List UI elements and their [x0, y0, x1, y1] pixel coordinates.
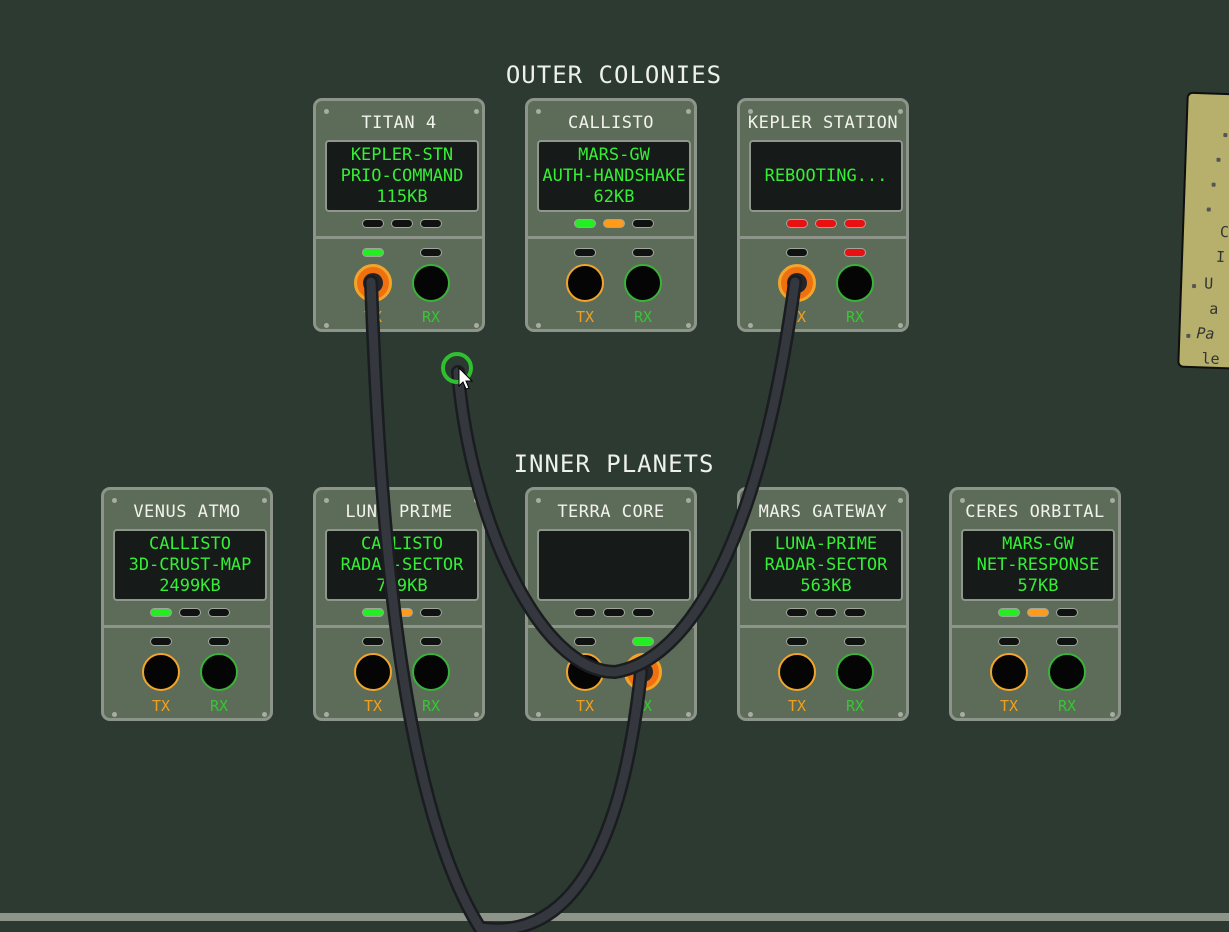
patch-cables: [364, 275, 802, 932]
cable-kepler-tx-to-cursor: [451, 275, 802, 680]
held-cable-plug[interactable]: [441, 352, 473, 384]
cable-titan-tx-to-terra-rx: [364, 275, 648, 932]
